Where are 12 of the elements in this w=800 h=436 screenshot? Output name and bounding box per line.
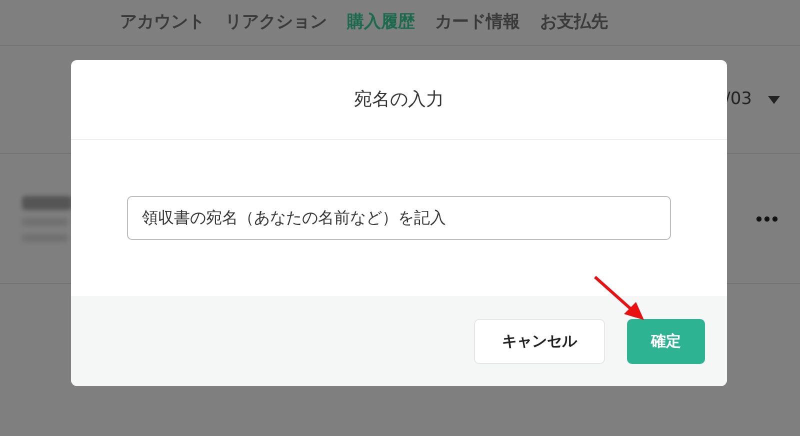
more-icon[interactable] bbox=[756, 216, 778, 222]
tab[interactable]: リアクション bbox=[225, 10, 327, 36]
blurred-content bbox=[22, 196, 72, 242]
dialog-title: 宛名の入力 bbox=[354, 88, 444, 112]
tab[interactable]: お支払先 bbox=[540, 10, 608, 36]
cancel-button[interactable]: キャンセル bbox=[474, 318, 605, 364]
tab[interactable]: カード情報 bbox=[435, 10, 520, 36]
input-field[interactable]: 領収書の宛名（あなたの名前など）を記入 bbox=[127, 196, 671, 240]
caret-icon[interactable] bbox=[768, 96, 780, 104]
confirm-button[interactable]: 確定 bbox=[627, 318, 705, 364]
tab[interactable]: 購入履歴 bbox=[347, 10, 415, 36]
tab[interactable]: アカウント bbox=[120, 10, 205, 36]
